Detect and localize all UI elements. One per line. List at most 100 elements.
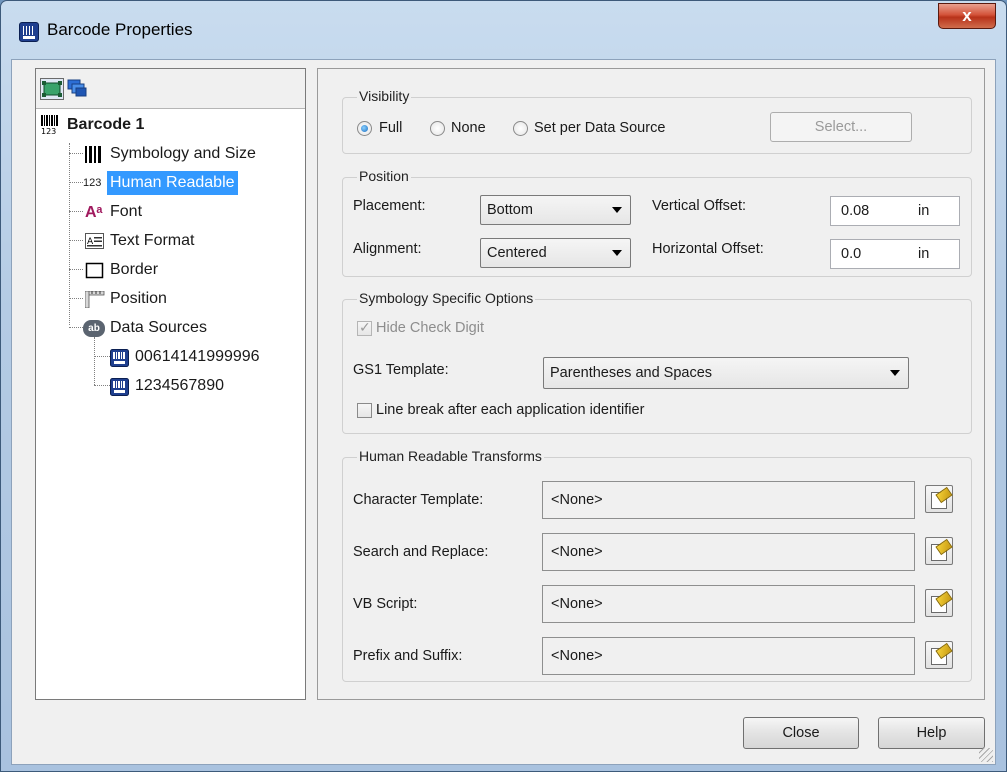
font-icon: Aᵃ: [85, 204, 103, 221]
character-template-value: <None>: [551, 492, 603, 508]
title-bar[interactable]: Barcode Properties x: [1, 1, 1006, 59]
horizontal-offset-value: 0.0: [841, 246, 862, 262]
ruler-icon: [84, 290, 105, 309]
close-button[interactable]: Close: [743, 717, 859, 749]
visibility-group: Visibility Full None Set per Data Source…: [342, 88, 972, 154]
position-group-label: Position: [357, 168, 411, 184]
placement-label: Placement:: [353, 198, 426, 214]
visibility-full-radio[interactable]: [357, 121, 372, 136]
vertical-offset-label: Vertical Offset:: [652, 198, 747, 214]
alignment-value: Centered: [487, 245, 547, 261]
app-barcode-icon: [19, 22, 39, 42]
tree-connector: [69, 327, 83, 328]
chevron-down-icon: [612, 207, 622, 213]
prefix-suffix-edit-icon[interactable]: [925, 641, 953, 669]
transforms-group-label: Human Readable Transforms: [357, 448, 544, 464]
text-format-icon: A: [85, 233, 105, 250]
search-replace-edit-icon[interactable]: [925, 537, 953, 565]
datasource-item-icon: [110, 349, 130, 367]
visibility-per-source-radio[interactable]: [513, 121, 528, 136]
object-view-icon[interactable]: [40, 78, 64, 100]
tree-item-label: Font: [110, 203, 143, 220]
visibility-none-label[interactable]: None: [451, 120, 486, 136]
chevron-down-icon: [890, 370, 900, 376]
barcode-root-icon: 123: [40, 115, 62, 136]
tree-item-label: Symbology and Size: [110, 145, 256, 162]
alignment-label: Alignment:: [353, 241, 422, 257]
vb-script-edit-icon[interactable]: [925, 589, 953, 617]
tree-item-label: Position: [110, 290, 167, 307]
search-replace-field[interactable]: <None>: [542, 533, 915, 571]
position-group: Position Placement: Bottom Vertical Offs…: [342, 168, 972, 277]
prefix-suffix-field[interactable]: <None>: [542, 637, 915, 675]
tree-connector: [94, 337, 95, 385]
tree-connector: [69, 240, 83, 241]
gs1-template-value: Parentheses and Spaces: [550, 365, 713, 381]
tree-connector: [69, 269, 83, 270]
horizontal-offset-label: Horizontal Offset:: [652, 241, 764, 257]
resize-grip-icon[interactable]: [979, 748, 993, 762]
prefix-suffix-value: <None>: [551, 648, 603, 664]
window-title: Barcode Properties: [47, 20, 193, 39]
symbology-options-group-label: Symbology Specific Options: [357, 290, 536, 306]
tree-connector: [94, 356, 110, 357]
hide-check-digit-checkbox[interactable]: [357, 319, 372, 336]
barcode-icon: [83, 146, 105, 163]
human-readable-transforms-group: Human Readable Transforms Character Temp…: [342, 448, 972, 682]
visibility-per-source-label[interactable]: Set per Data Source: [534, 120, 665, 136]
chevron-down-icon: [612, 250, 622, 256]
tree-connector: [69, 182, 83, 183]
gs1-template-label: GS1 Template:: [353, 362, 449, 378]
visibility-group-label: Visibility: [357, 88, 412, 104]
search-replace-value: <None>: [551, 544, 603, 560]
line-break-checkbox[interactable]: [357, 403, 372, 418]
tree-item-label: Data Sources: [110, 319, 207, 336]
numbers-123-icon: 123: [83, 177, 102, 189]
tree-item-label: Text Format: [110, 232, 195, 249]
tree-connector: [69, 153, 83, 154]
vertical-offset-field[interactable]: 0.08 in: [830, 196, 960, 226]
vertical-offset-unit: in: [918, 203, 930, 219]
layers-view-icon[interactable]: [66, 78, 90, 100]
gs1-template-dropdown[interactable]: Parentheses and Spaces: [543, 357, 909, 389]
character-template-label: Character Template:: [353, 492, 484, 508]
prefix-suffix-label: Prefix and Suffix:: [353, 648, 463, 664]
visibility-none-radio[interactable]: [430, 121, 445, 136]
visibility-full-label[interactable]: Full: [379, 120, 402, 136]
select-button[interactable]: Select...: [770, 112, 912, 142]
barcode-properties-window: Barcode Properties x 123 Barcode 1 Symbo…: [0, 0, 1007, 772]
tree-item-label: Border: [110, 261, 159, 278]
placement-dropdown[interactable]: Bottom: [480, 195, 631, 225]
symbology-options-group: Symbology Specific Options Hide Check Di…: [342, 290, 972, 434]
character-template-field[interactable]: <None>: [542, 481, 915, 519]
dialog-client-area: 123 Barcode 1 Symbology and Size 123 Hum…: [11, 59, 996, 765]
character-template-edit-icon[interactable]: [925, 485, 953, 513]
alignment-dropdown[interactable]: Centered: [480, 238, 631, 268]
window-close-button[interactable]: x: [938, 3, 996, 29]
tree-root-label: Barcode 1: [67, 116, 145, 133]
vb-script-label: VB Script:: [353, 596, 418, 612]
placement-value: Bottom: [487, 202, 533, 218]
tree-item-label: Human Readable: [107, 171, 238, 195]
vb-script-field[interactable]: <None>: [542, 585, 915, 623]
vertical-offset-value: 0.08: [841, 203, 870, 219]
data-source-icon: ab: [83, 320, 105, 337]
tree-toolbar: [36, 69, 305, 109]
datasource-item-icon: [110, 378, 130, 396]
vb-script-value: <None>: [551, 596, 603, 612]
root-icon-text: 123: [41, 127, 56, 135]
tree-item-label: 00614141999996: [135, 348, 260, 365]
horizontal-offset-unit: in: [918, 246, 930, 262]
hide-check-digit-label: Hide Check Digit: [376, 320, 484, 336]
line-break-label[interactable]: Line break after each application identi…: [376, 402, 644, 418]
tree-item-label: 1234567890: [135, 377, 224, 394]
tree-connector: [69, 211, 83, 212]
search-replace-label: Search and Replace:: [353, 544, 489, 560]
tree-connector: [69, 298, 83, 299]
properties-panel: Visibility Full None Set per Data Source…: [317, 68, 985, 700]
help-button[interactable]: Help: [878, 717, 985, 749]
tree-connector: [94, 385, 110, 386]
horizontal-offset-field[interactable]: 0.0 in: [830, 239, 960, 269]
property-tree-panel: 123 Barcode 1 Symbology and Size 123 Hum…: [35, 68, 306, 700]
border-icon: [85, 262, 105, 279]
